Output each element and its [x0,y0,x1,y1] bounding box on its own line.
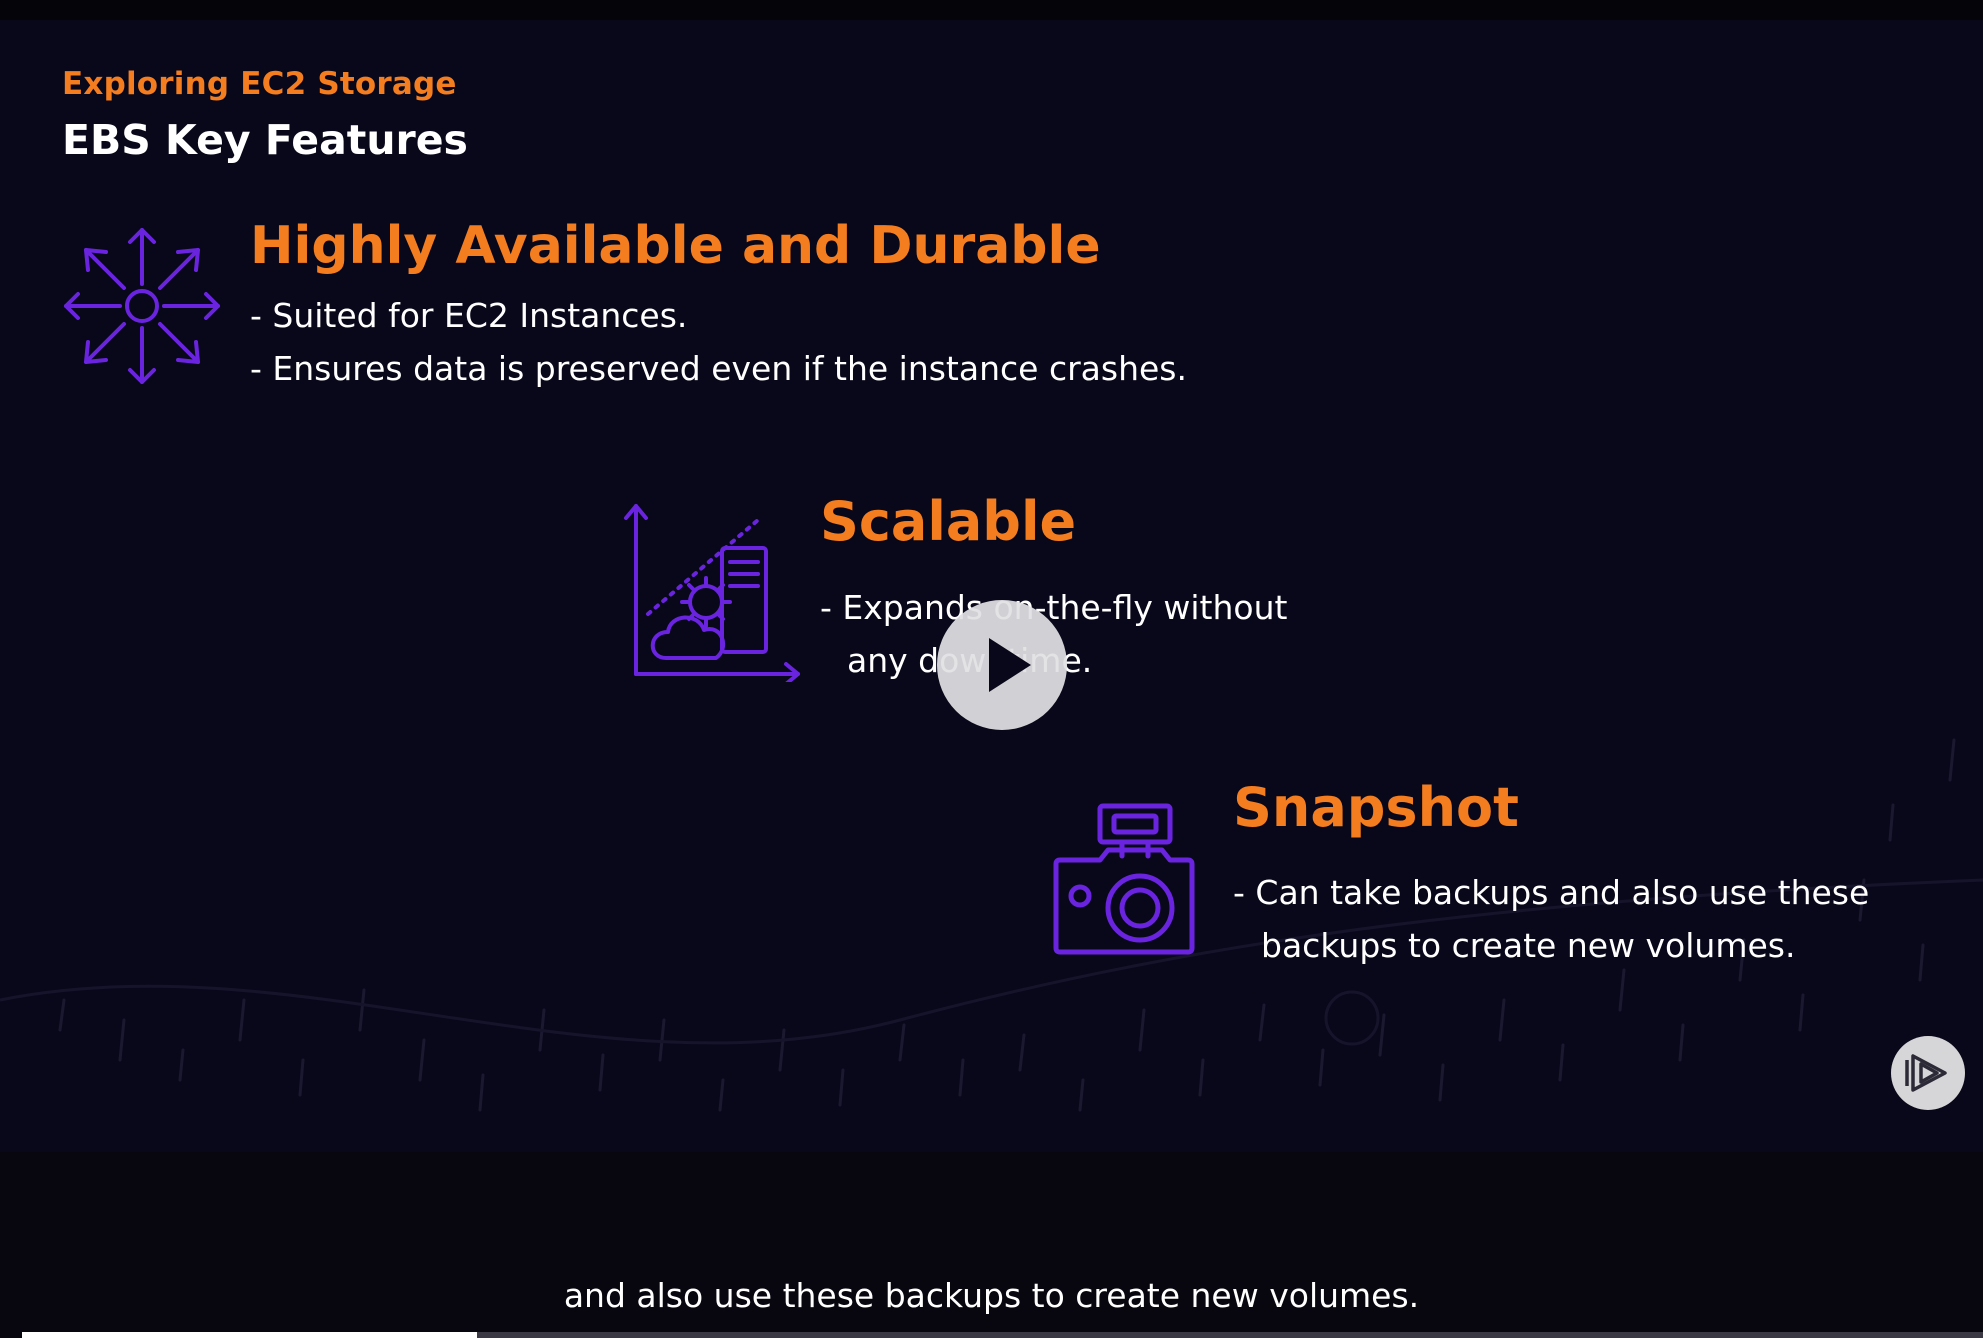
camera-icon [1053,803,1195,955]
subtitle-caption: and also use these backups to create new… [563,1276,1420,1315]
video-player[interactable]: Exploring EC2 Storage EBS Key Features H… [0,0,1983,1338]
progress-fill [22,1332,477,1338]
arrows-outward-icon [64,228,220,384]
background-pattern [0,738,1983,1112]
feature-bullet: - Suited for EC2 Instances. [250,296,688,335]
feature-bullet: backups to create new volumes. [1261,926,1796,965]
feature-heading: Scalable [820,490,1077,553]
feature-heading: Snapshot [1233,776,1519,839]
pluralsight-logo-icon [1905,1054,1947,1092]
feature-bullet: - Ensures data is preserved even if the … [250,349,1187,388]
section-kicker: Exploring EC2 Storage [62,66,457,102]
progress-bar[interactable] [22,1332,1983,1338]
play-button[interactable] [937,600,1067,730]
feature-heading: Highly Available and Durable [250,216,1101,276]
feature-bullet: - Can take backups and also use these [1233,873,1870,912]
player-top-bar [0,0,1983,20]
play-icon [989,638,1031,692]
scaling-chart-icon [624,504,800,682]
video-frame[interactable]: Exploring EC2 Storage EBS Key Features H… [0,20,1983,1152]
pluralsight-logo-button[interactable] [1891,1036,1965,1110]
slide-title: EBS Key Features [62,116,468,164]
